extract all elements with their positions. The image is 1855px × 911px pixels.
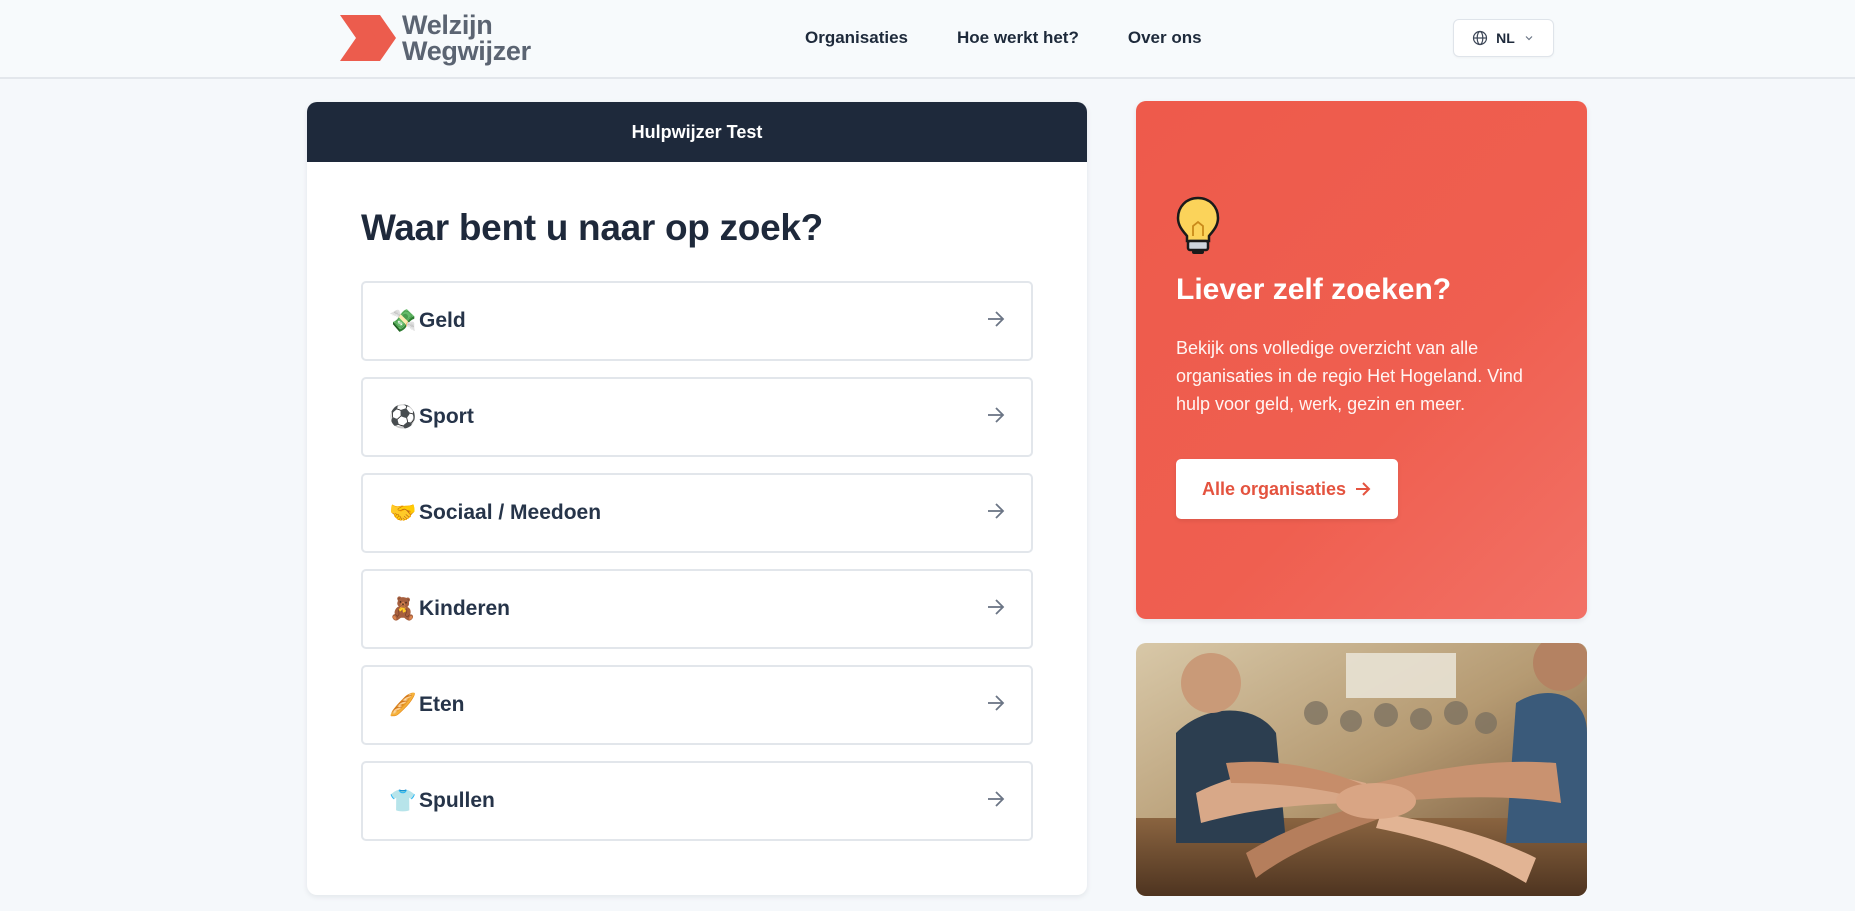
arrow-right-icon	[985, 596, 1007, 623]
option-label: Spullen	[419, 789, 495, 812]
logo-line-1: Welzijn	[402, 10, 493, 40]
card-body: Waar bent u naar op zoek? 💸 Geld ⚽ Sport…	[307, 162, 1087, 841]
cta-title: Liever zelf zoeken?	[1176, 273, 1452, 306]
soccer-ball-icon: ⚽	[389, 404, 417, 429]
option-sociaal-meedoen[interactable]: 🤝 Sociaal / Meedoen	[361, 473, 1033, 553]
button-label: Alle organisaties	[1201, 478, 1347, 499]
option-sport[interactable]: ⚽ Sport	[361, 377, 1033, 457]
teddy-bear-icon: 🧸	[389, 596, 417, 621]
language-label: NL	[1496, 30, 1515, 46]
language-selector[interactable]: NL	[1453, 19, 1554, 57]
option-kinderen[interactable]: 🧸 Kinderen	[361, 569, 1033, 649]
option-eten[interactable]: 🥖 Eten	[361, 665, 1033, 745]
arrow-right-icon	[985, 788, 1007, 815]
all-organisations-button[interactable]: Alle organisaties	[1176, 459, 1398, 519]
money-icon: 💸	[389, 308, 417, 333]
option-label: Geld	[419, 309, 466, 332]
handshake-icon: 🤝	[389, 500, 417, 525]
chevron-down-icon	[1525, 36, 1533, 41]
option-label: Eten	[419, 693, 465, 716]
nav-organisaties[interactable]: Organisaties	[805, 28, 908, 48]
arrow-right-icon	[985, 404, 1007, 431]
bread-icon: 🥖	[389, 692, 417, 717]
community-hands-image	[1136, 643, 1587, 896]
community-photo	[1136, 643, 1587, 896]
chevron-logo-icon	[340, 15, 396, 61]
option-geld[interactable]: 💸 Geld	[361, 281, 1033, 361]
option-label: Kinderen	[419, 597, 511, 620]
card-header: Hulpwijzer Test	[307, 102, 1087, 162]
lightbulb-icon	[1176, 196, 1220, 254]
nav-hoe-werkt-het[interactable]: Hoe werkt het?	[957, 28, 1079, 48]
cta-description: Bekijk ons volledige overzicht van alle …	[1176, 338, 1523, 414]
main-nav: Organisaties Hoe werkt het? Over ons	[805, 28, 1202, 48]
nav-over-ons[interactable]: Over ons	[1128, 28, 1202, 48]
logo-line-2: Wegwijzer	[402, 36, 531, 66]
logo-text: Welzijn Wegwijzer	[402, 10, 531, 66]
help-finder-card: Hulpwijzer Test Waar bent u naar op zoek…	[307, 102, 1087, 895]
top-navigation-bar: Welzijn Wegwijzer Organisaties Hoe werkt…	[0, 0, 1855, 79]
option-label: Sociaal / Meedoen	[419, 501, 602, 524]
option-label: Sport	[419, 405, 474, 428]
globe-icon	[1473, 30, 1488, 46]
page-title: Waar bent u naar op zoek?	[361, 207, 823, 248]
arrow-right-icon	[985, 308, 1007, 335]
arrow-right-icon	[1356, 482, 1371, 496]
site-logo[interactable]: Welzijn Wegwijzer	[340, 10, 531, 66]
arrow-right-icon	[985, 500, 1007, 527]
arrow-right-icon	[985, 692, 1007, 719]
search-yourself-card: Liever zelf zoeken? Bekijk ons volledige…	[1136, 101, 1587, 619]
shirt-icon: 👕	[389, 788, 417, 813]
option-spullen[interactable]: 👕 Spullen	[361, 761, 1033, 841]
